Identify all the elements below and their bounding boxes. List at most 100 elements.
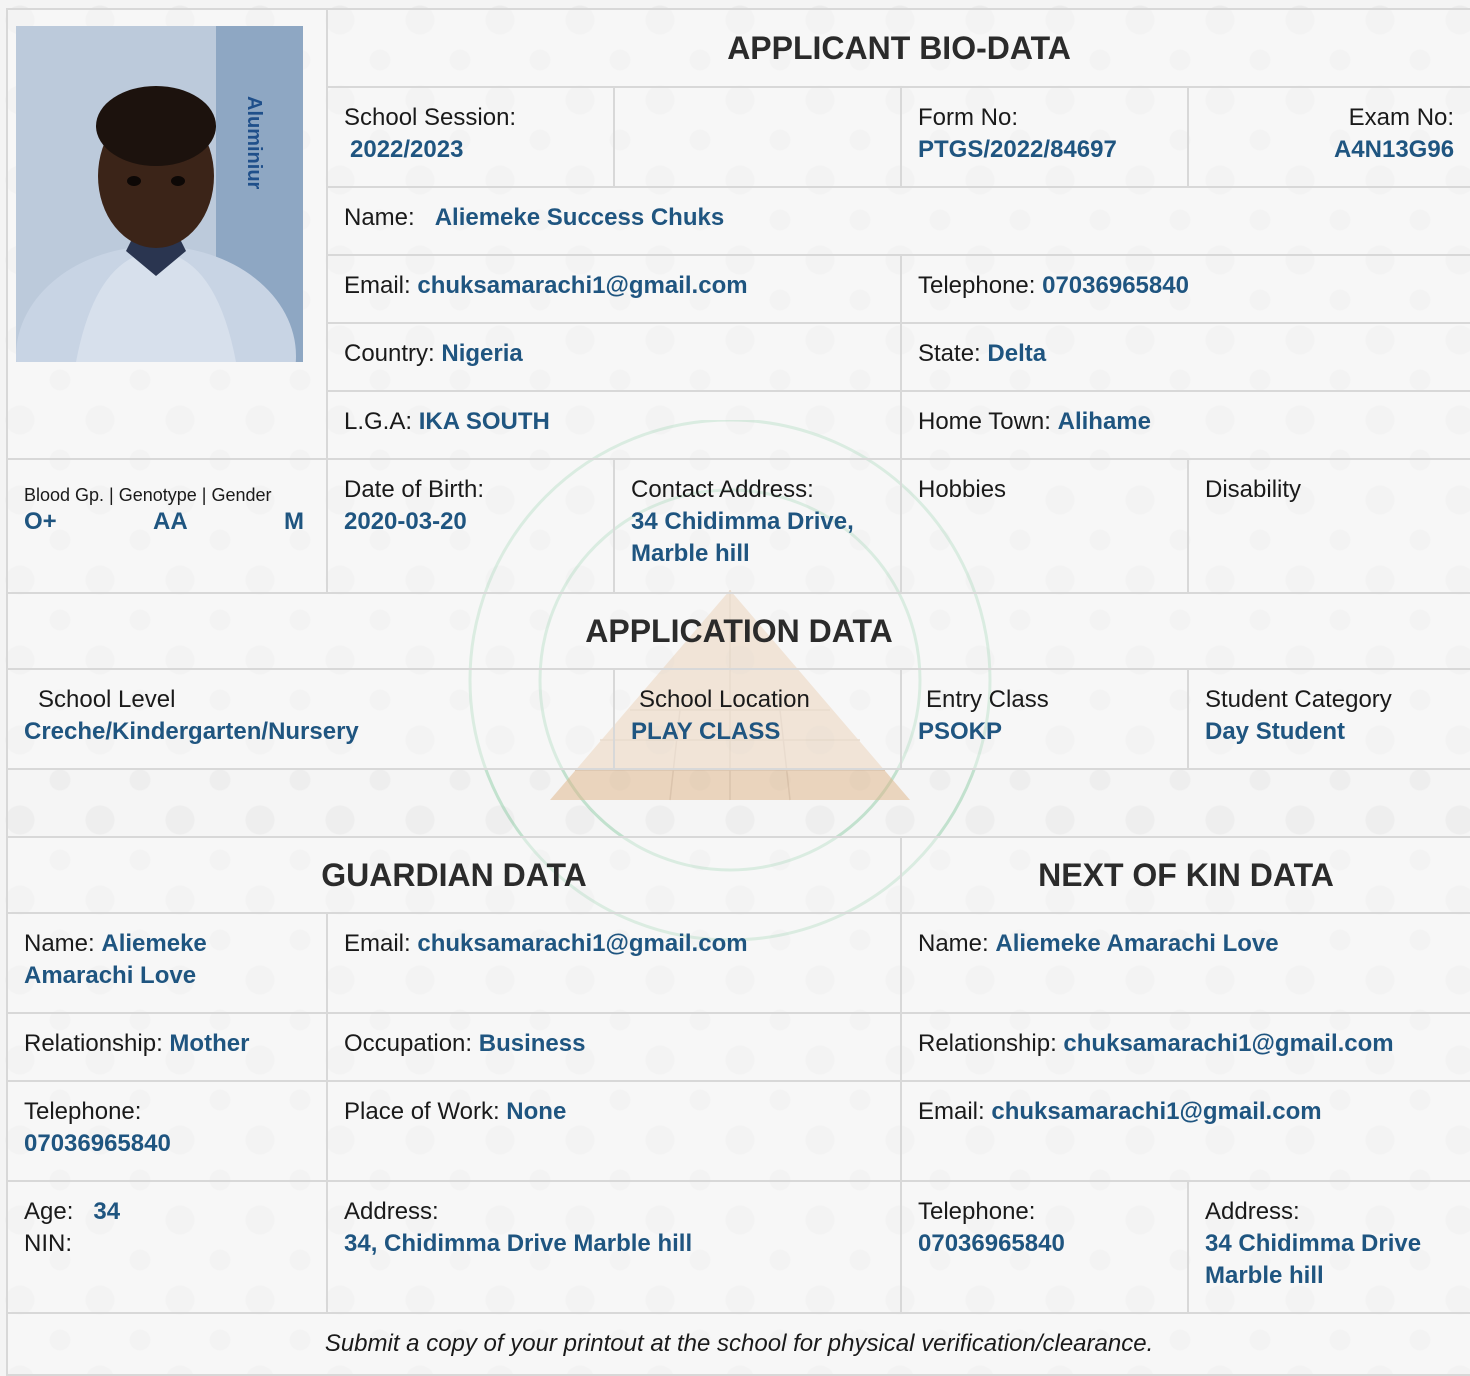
form-no-label: Form No:: [918, 104, 1019, 131]
guardian-email-value: chuksamarachi1@gmail.com: [417, 930, 748, 957]
session-value: 2022/2023: [350, 136, 464, 163]
kin-email-label: Email:: [918, 1098, 985, 1125]
name-cell: Name: Aliemeke Success Chuks: [325, 186, 1470, 256]
hometown-value: Alihame: [1057, 408, 1151, 435]
empty-cell: [613, 86, 902, 188]
exam-no-cell: Exam No: A4N13G96: [1186, 86, 1470, 188]
applicant-photo-image: [16, 26, 303, 362]
disability-label: Disability: [1205, 476, 1302, 503]
state-cell: State: Delta: [899, 322, 1470, 392]
photo-cell: Aluminiur: [6, 8, 328, 460]
photo-background-text: Aluminiur: [243, 96, 265, 190]
guardian-relationship-label: Relationship:: [24, 1030, 163, 1057]
name-value: Aliemeke Success Chuks: [434, 204, 725, 231]
guardian-relationship-value: Mother: [169, 1030, 250, 1057]
kin-name-label: Name:: [918, 930, 989, 957]
guardian-relationship-cell: Relationship: Mother: [6, 1012, 328, 1082]
state-value: Delta: [987, 340, 1047, 367]
entry-class-value: PSOKP: [918, 718, 1003, 745]
name-label: Name:: [344, 204, 415, 231]
applicant-photo: Aluminiur: [16, 26, 303, 362]
country-value: Nigeria: [441, 340, 523, 367]
guardian-age-nin-cell: Age: 34 NIN:: [6, 1180, 328, 1314]
guardian-email-label: Email:: [344, 930, 411, 957]
entry-class-cell: Entry Class PSOKP: [900, 668, 1189, 770]
blood-group-value: O+: [24, 508, 57, 535]
exam-no-value: A4N13G96: [1333, 136, 1455, 163]
kin-telephone-label: Telephone:: [918, 1198, 1036, 1225]
school-level-label: School Level: [38, 686, 176, 713]
disability-cell: Disability: [1186, 458, 1470, 594]
kin-telephone-value: 07036965840: [918, 1230, 1065, 1257]
dob-value: 2020-03-20: [344, 508, 467, 535]
contact-address-cell: Contact Address: 34 Chidimma Drive, Marb…: [613, 458, 902, 594]
kin-address-cell: Address: 34 Chidimma Drive Marble hill: [1186, 1180, 1470, 1314]
session-label: School Session:: [344, 104, 517, 131]
telephone-value: 07036965840: [1042, 272, 1189, 299]
lga-cell: L.G.A: IKA SOUTH: [326, 390, 902, 460]
guardian-address-label: Address:: [344, 1198, 439, 1225]
application-data-title: APPLICATION DATA: [5, 592, 1470, 670]
guardian-age-value: 34: [93, 1198, 121, 1225]
gender-value: M: [283, 508, 304, 535]
country-cell: Country: Nigeria: [326, 322, 902, 392]
school-location-cell: School Location PLAY CLASS: [613, 668, 902, 770]
blood-genotype-gender-label: Blood Gp. | Genotype | Gender: [24, 485, 272, 505]
student-category-value: Day Student: [1205, 718, 1346, 745]
kin-relationship-cell: Relationship: chuksamarachi1@gmail.com: [899, 1012, 1470, 1082]
email-cell: Email: chuksamarachi1@gmail.com: [326, 254, 902, 324]
country-label: Country:: [344, 340, 435, 367]
guardian-work-value: None: [506, 1098, 567, 1125]
kin-name-cell: Name: Aliemeke Amarachi Love: [899, 912, 1470, 1014]
guardian-telephone-value: 07036965840: [24, 1130, 171, 1157]
email-label: Email:: [344, 272, 411, 299]
kin-address-value: 34 Chidimma Drive Marble hill: [1205, 1230, 1422, 1289]
email-value: chuksamarachi1@gmail.com: [417, 272, 748, 299]
exam-no-label: Exam No:: [1348, 104, 1455, 131]
guardian-data-title: GUARDIAN DATA: [6, 836, 902, 914]
kin-address-label: Address:: [1205, 1198, 1300, 1225]
kin-email-value: chuksamarachi1@gmail.com: [991, 1098, 1322, 1125]
footer-note: Submit a copy of your printout at the sc…: [5, 1312, 1470, 1376]
guardian-telephone-label: Telephone:: [24, 1098, 142, 1125]
kin-email-cell: Email: chuksamarachi1@gmail.com: [899, 1080, 1470, 1182]
school-level-value: Creche/Kindergarten/Nursery: [24, 718, 359, 745]
lga-label: L.G.A:: [344, 408, 413, 435]
genotype-value: AA: [153, 508, 188, 535]
bio-data-title: APPLICANT BIO-DATA: [325, 8, 1470, 88]
dob-label: Date of Birth:: [344, 476, 485, 503]
contact-address-value: 34 Chidimma Drive, Marble hill: [631, 508, 854, 567]
lga-value: IKA SOUTH: [418, 408, 550, 435]
guardian-nin-label: NIN:: [24, 1230, 72, 1257]
dob-cell: Date of Birth: 2020-03-20: [326, 458, 615, 594]
kin-relationship-value: chuksamarachi1@gmail.com: [1063, 1030, 1394, 1057]
kin-telephone-cell: Telephone: 07036965840: [900, 1180, 1189, 1314]
guardian-occupation-cell: Occupation: Business: [326, 1012, 902, 1082]
guardian-work-cell: Place of Work: None: [326, 1080, 902, 1182]
kin-relationship-label: Relationship:: [918, 1030, 1057, 1057]
telephone-cell: Telephone: 07036965840: [899, 254, 1470, 324]
form-no-cell: Form No: PTGS/2022/84697: [900, 86, 1189, 188]
guardian-work-label: Place of Work:: [344, 1098, 500, 1125]
guardian-occupation-label: Occupation:: [344, 1030, 473, 1057]
blood-genotype-gender-cell: Blood Gp. | Genotype | Gender O+ AA M: [6, 458, 328, 594]
school-level-cell: School Level Creche/Kindergarten/Nursery: [6, 668, 615, 770]
next-of-kin-title: NEXT OF KIN DATA: [899, 836, 1470, 914]
state-label: State:: [918, 340, 981, 367]
guardian-address-cell: Address: 34, Chidimma Drive Marble hill: [326, 1180, 902, 1314]
guardian-name-label: Name:: [24, 930, 95, 957]
guardian-occupation-value: Business: [478, 1030, 586, 1057]
guardian-name-cell: Name: Aliemeke Amarachi Love: [6, 912, 328, 1014]
student-category-label: Student Category: [1205, 686, 1392, 713]
hobbies-cell: Hobbies: [900, 458, 1189, 594]
spacer-row: [5, 768, 1470, 838]
school-location-label: School Location: [639, 686, 810, 713]
entry-class-label: Entry Class: [926, 686, 1049, 713]
hobbies-label: Hobbies: [918, 476, 1007, 503]
form-no-value: PTGS/2022/84697: [918, 136, 1117, 163]
hometown-label: Home Town:: [918, 408, 1051, 435]
kin-name-value: Aliemeke Amarachi Love: [995, 930, 1279, 957]
session-cell: School Session: 2022/2023: [326, 86, 615, 188]
school-location-value: PLAY CLASS: [631, 718, 781, 745]
guardian-telephone-cell: Telephone: 07036965840: [6, 1080, 328, 1182]
